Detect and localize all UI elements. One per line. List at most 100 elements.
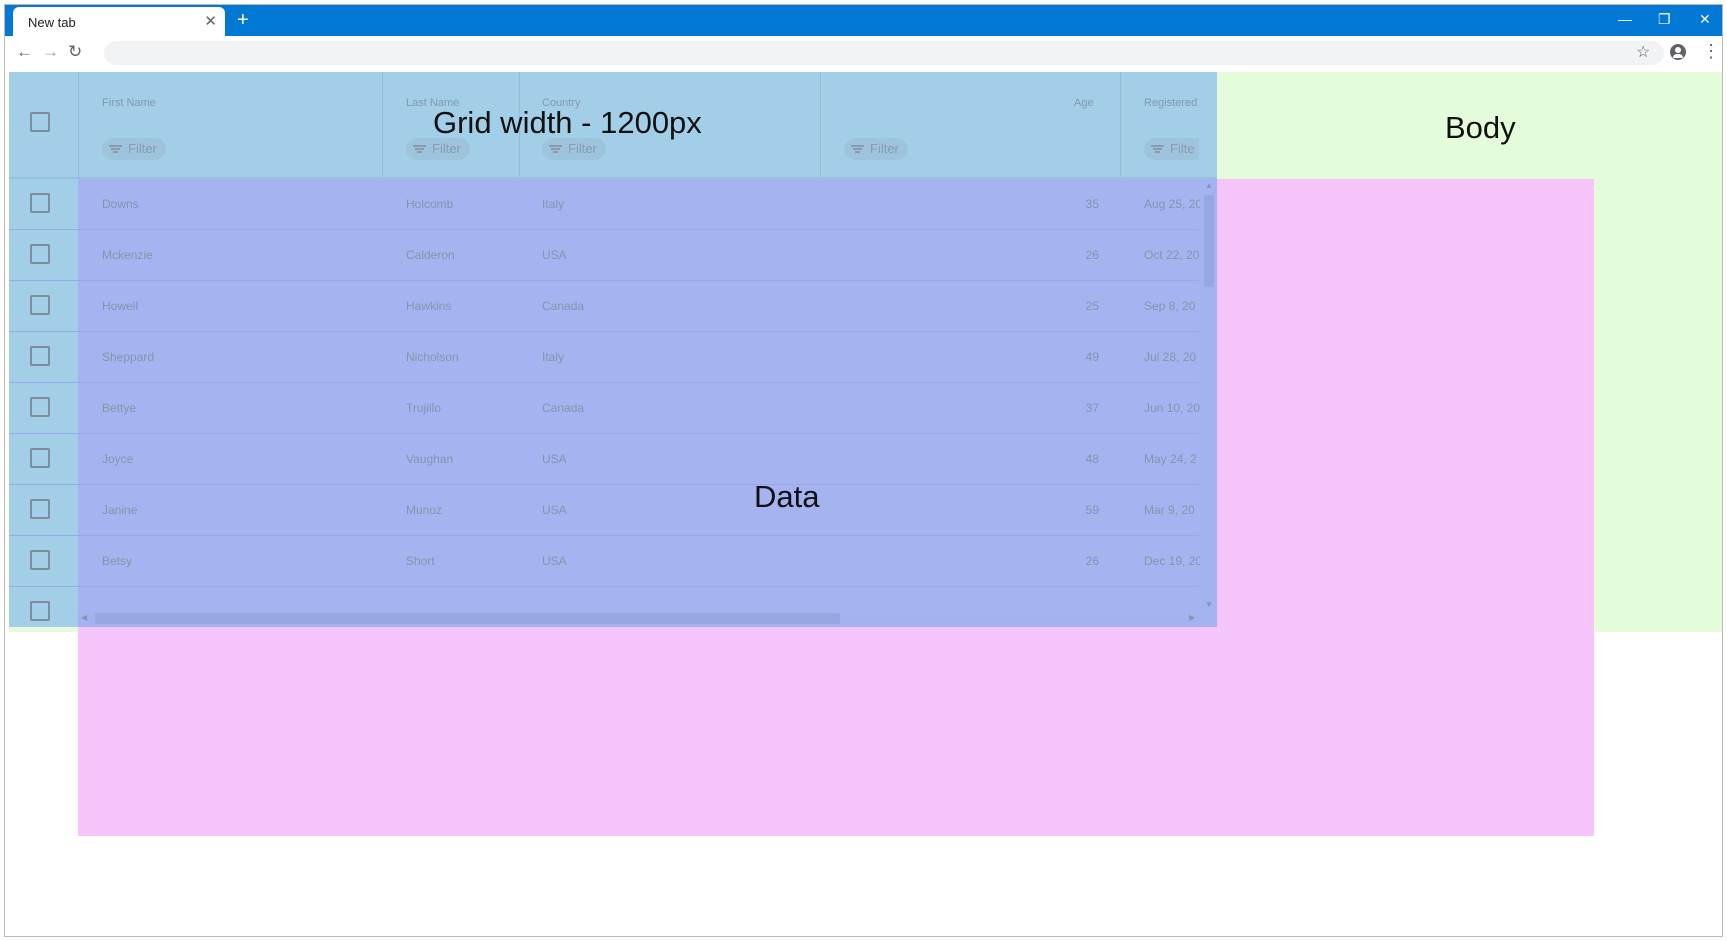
cell-country: USA xyxy=(542,503,567,517)
cell-registered: Sep 8, 20 xyxy=(1144,299,1196,313)
cell-registered: Mar 9, 20 xyxy=(1144,503,1195,517)
cell-country: USA xyxy=(542,554,567,568)
row-checkbox[interactable] xyxy=(30,448,50,468)
row-checkbox[interactable] xyxy=(30,550,50,570)
profile-icon[interactable] xyxy=(1670,44,1686,60)
filter-label: Filter xyxy=(870,141,899,156)
cell-first-name: Joyce xyxy=(102,452,134,466)
table-row[interactable]: Downs Holcomb Italy 35 Aug 25, 20 xyxy=(9,179,1200,230)
cell-country: Canada xyxy=(542,401,585,415)
cell-age: 35 xyxy=(1085,197,1099,211)
table-row[interactable]: Janine Munoz USA 59 Mar 9, 20 xyxy=(9,485,1199,536)
row-checkbox[interactable] xyxy=(30,397,50,417)
cell-last-name: Holcomb xyxy=(406,197,454,211)
row-checkbox[interactable] xyxy=(30,346,50,366)
cell-age: 37 xyxy=(1085,401,1099,415)
filter-icon xyxy=(413,145,426,153)
page-content: Body First Name Last Name Country Age Re… xyxy=(5,70,1722,936)
cell-last-name: Trujillo xyxy=(406,401,441,415)
bookmark-star-icon[interactable]: ☆ xyxy=(1636,42,1650,62)
column-header-registered[interactable]: Registered xyxy=(1144,97,1200,109)
scroll-up-icon[interactable]: ▲ xyxy=(1205,181,1213,190)
table-row[interactable]: Sheppard Nicholson Italy 49 Jul 28, 20 xyxy=(9,332,1199,383)
cell-first-name: Downs xyxy=(102,197,139,211)
tab-title: New tab xyxy=(28,15,76,30)
cell-last-name: Vaughan xyxy=(406,452,454,466)
cell-country: USA xyxy=(542,452,567,466)
select-all-checkbox[interactable] xyxy=(30,112,50,132)
cell-registered: May 24, 2 xyxy=(1144,452,1197,466)
table-row[interactable]: Mckenzie Calderon USA 26 Oct 22, 20 xyxy=(9,230,1199,281)
table-row[interactable]: Joyce Vaughan USA 48 May 24, 2 xyxy=(9,434,1199,485)
column-separator xyxy=(1120,72,1121,177)
address-bar[interactable] xyxy=(104,41,1664,65)
filter-label: Filte xyxy=(1170,141,1195,156)
minimize-icon[interactable]: — xyxy=(1618,11,1632,27)
scroll-down-icon[interactable]: ▼ xyxy=(1205,600,1213,609)
row-checkbox[interactable] xyxy=(30,244,50,264)
cell-last-name: Calderon xyxy=(406,248,455,262)
row-checkbox[interactable] xyxy=(30,499,50,519)
table-row[interactable]: Bettye Trujillo Canada 37 Jun 10, 20 xyxy=(9,383,1200,434)
filter-button-country[interactable]: Filter xyxy=(542,138,606,160)
scroll-right-icon[interactable]: ▶ xyxy=(1189,613,1195,622)
cell-country: Italy xyxy=(542,350,565,364)
cell-age: 26 xyxy=(1085,554,1099,568)
cell-registered: Jun 10, 20 xyxy=(1144,401,1200,415)
filter-button-first-name[interactable]: Filter xyxy=(102,138,166,160)
column-separator xyxy=(382,72,383,177)
cell-country: Canada xyxy=(542,299,585,313)
cell-age: 26 xyxy=(1085,248,1099,262)
cell-last-name: Nicholson xyxy=(406,350,459,364)
column-header-age[interactable]: Age xyxy=(1074,97,1094,109)
filter-button-age[interactable]: Filter xyxy=(844,138,908,160)
cell-last-name: Munoz xyxy=(406,503,443,517)
row-checkbox[interactable] xyxy=(30,193,50,213)
filter-label: Filter xyxy=(432,141,461,156)
cell-first-name: Howell xyxy=(102,299,139,313)
cell-first-name: Mckenzie xyxy=(102,248,153,262)
cell-first-name: Betsy xyxy=(102,554,133,568)
scroll-left-icon[interactable]: ◀ xyxy=(81,613,87,622)
row-checkbox[interactable] xyxy=(30,295,50,315)
cell-registered: Aug 25, 20 xyxy=(1144,197,1200,211)
cell-last-name: Short xyxy=(406,554,435,568)
filter-button-registered[interactable]: Filte xyxy=(1144,138,1199,160)
cell-first-name: Janine xyxy=(102,503,138,517)
data-label: Data xyxy=(754,479,820,514)
vertical-scroll-thumb[interactable] xyxy=(1204,195,1214,287)
back-icon[interactable]: ← xyxy=(16,42,33,62)
grid-width-label: Grid width - 1200px xyxy=(433,105,702,140)
column-header-first-name[interactable]: First Name xyxy=(102,97,156,109)
cell-age: 25 xyxy=(1085,299,1099,313)
filter-button-last-name[interactable]: Filter xyxy=(406,138,470,160)
forward-icon[interactable]: → xyxy=(42,42,59,62)
cell-last-name: Hawkins xyxy=(406,299,452,313)
cell-country: Italy xyxy=(542,197,565,211)
column-separator xyxy=(820,72,821,177)
cell-registered: Dec 19, 20 xyxy=(1144,554,1200,568)
reload-icon[interactable]: ↻ xyxy=(68,42,82,62)
table-row[interactable]: Betsy Short USA 26 Dec 19, 20 xyxy=(9,536,1200,587)
cell-registered: Oct 22, 20 xyxy=(1144,248,1200,262)
filter-label: Filter xyxy=(568,141,597,156)
horizontal-scroll-thumb[interactable] xyxy=(95,613,840,624)
filter-icon xyxy=(851,145,864,153)
menu-icon[interactable]: ⋮ xyxy=(1702,41,1720,61)
cell-age: 48 xyxy=(1085,452,1099,466)
cell-first-name: Sheppard xyxy=(102,350,155,364)
browser-tab[interactable]: New tab ✕ xyxy=(13,7,225,36)
restore-icon[interactable]: ❐ xyxy=(1658,11,1671,28)
filter-icon xyxy=(1151,145,1164,153)
tab-close-icon[interactable]: ✕ xyxy=(204,12,217,30)
row-checkbox[interactable] xyxy=(30,601,50,621)
data-grid: First Name Last Name Country Age Registe… xyxy=(9,72,1217,627)
new-tab-button[interactable]: + xyxy=(237,8,249,32)
title-bar: New tab ✕ + — ❐ ✕ xyxy=(5,5,1722,36)
cell-age: 59 xyxy=(1085,503,1099,517)
cell-country: USA xyxy=(542,248,567,262)
window-close-icon[interactable]: ✕ xyxy=(1699,11,1711,28)
browser-window: New tab ✕ + — ❐ ✕ ← → ↻ ☆ ⋮ Body First N… xyxy=(4,4,1723,937)
filter-icon xyxy=(549,145,562,153)
table-row[interactable]: Howell Hawkins Canada 25 Sep 8, 20 xyxy=(9,281,1199,332)
